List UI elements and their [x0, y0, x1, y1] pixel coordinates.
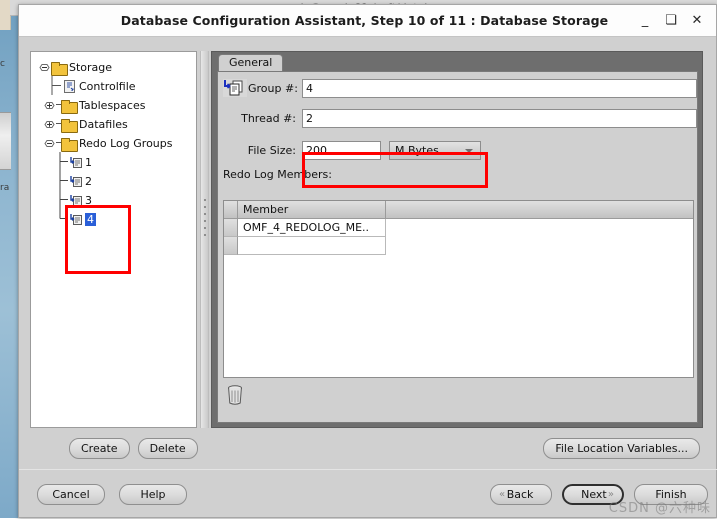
file-size-input[interactable]: 200 [302, 140, 381, 160]
next-button[interactable]: Next » [562, 484, 624, 505]
create-button[interactable]: Create [69, 438, 130, 459]
background-window-fragment-text: ra [0, 183, 10, 193]
tree-item-datafiles[interactable]: Datafiles [37, 115, 196, 134]
file-location-wrapper: File Location Variables... [543, 438, 700, 459]
panel-splitter[interactable] [200, 51, 209, 428]
tree-item-label: 1 [85, 156, 92, 169]
expand-plus-icon[interactable] [44, 119, 55, 130]
dbca-dialog: Database Configuration Assistant, Step 1… [18, 4, 717, 518]
tree-line [58, 208, 69, 231]
tree-item-redo-group-1[interactable]: 1 [37, 151, 196, 172]
file-size-unit-value: M Bytes [395, 143, 439, 157]
tab-strip: General [212, 52, 702, 71]
tab-general[interactable]: General [218, 54, 284, 71]
tree-item-controlfile[interactable]: Controlfile [37, 75, 196, 96]
member-toolbar [223, 384, 694, 418]
row-filler [386, 219, 693, 237]
close-button[interactable]: ✕ [684, 8, 710, 34]
table-column-member[interactable]: Member [238, 201, 386, 219]
tree-item-label: Controlfile [79, 80, 136, 93]
tree-item-label: Storage [69, 61, 113, 74]
dialog-body: Storage Controlfile Tablespaces Datafile… [19, 38, 717, 519]
trash-icon[interactable] [226, 385, 244, 409]
back-label: Back [506, 488, 534, 501]
dialog-title: Database Configuration Assistant, Step 1… [120, 13, 609, 28]
help-button[interactable]: Help [119, 484, 187, 505]
tree-item-label: 4 [85, 213, 96, 226]
row-header-cell[interactable] [224, 237, 238, 255]
expand-plus-icon[interactable] [44, 100, 55, 111]
tree-item-redo-group-2[interactable]: 2 [37, 170, 196, 191]
tree-item-label: Datafiles [79, 118, 128, 131]
maximize-button[interactable]: ❏ [658, 8, 684, 34]
storage-tree-panel[interactable]: Storage Controlfile Tablespaces Datafile… [30, 51, 197, 428]
redolog-icon [69, 156, 82, 169]
table-row[interactable]: OMF_4_REDOLOG_ME.. [224, 219, 693, 237]
redolog-icon [69, 175, 82, 188]
tree-item-label: 2 [85, 175, 92, 188]
table-header-row: Member [224, 201, 693, 219]
dialog-titlebar[interactable]: Database Configuration Assistant, Step 1… [19, 5, 716, 37]
thread-number-label: Thread #: [241, 111, 296, 125]
splitter-grip-icon [204, 199, 206, 236]
member-action-buttons: Create Delete [69, 438, 198, 459]
background-window-fragment-middle [0, 112, 11, 170]
folder-icon [51, 61, 68, 76]
tree-item-tablespaces[interactable]: Tablespaces [37, 96, 196, 115]
chevron-right-icon: » [607, 489, 614, 500]
folder-icon [61, 99, 78, 114]
document-icon [63, 80, 76, 93]
file-size-row: File Size: 200 M Bytes [218, 139, 697, 161]
row-header-cell[interactable] [224, 219, 238, 237]
minimize-button[interactable]: _ [632, 8, 658, 34]
redo-group-icon [222, 78, 248, 98]
chevron-left-icon: « [499, 489, 506, 500]
table-corner-cell [224, 201, 238, 219]
file-location-variables-button[interactable]: File Location Variables... [543, 438, 700, 459]
folder-icon [61, 118, 78, 133]
tree-item-redo-group-4[interactable]: 4 [37, 208, 196, 231]
back-button[interactable]: « Back [490, 484, 552, 505]
member-cell[interactable] [238, 237, 386, 255]
tree-item-redo-group-3[interactable]: 3 [37, 189, 196, 210]
finish-button[interactable]: Finish [634, 484, 708, 505]
group-number-input[interactable]: 4 [302, 78, 697, 98]
window-controls: _ ❏ ✕ [632, 8, 710, 34]
thread-number-input[interactable]: 2 [302, 108, 697, 128]
file-size-unit-select[interactable]: M Bytes [389, 140, 481, 160]
redo-log-members-label: Redo Log Members: [223, 168, 332, 181]
file-size-label: File Size: [247, 143, 296, 157]
collapse-minus-icon[interactable] [39, 62, 50, 73]
redolog-icon [69, 213, 82, 226]
group-number-row: Group #: 4 [218, 77, 697, 99]
tree-item-label: 3 [85, 194, 92, 207]
table-row[interactable] [224, 237, 693, 255]
thread-number-row: Thread #: 2 [218, 107, 697, 129]
table-header-filler [386, 201, 693, 219]
general-tab-pane: Group #: 4 Thread #: 2 File Size: 200 M … [217, 71, 698, 423]
tree-item-redo-log-groups[interactable]: Redo Log Groups [37, 134, 196, 153]
redolog-icon [69, 194, 82, 207]
background-window-fragment-letter: c [0, 59, 5, 69]
row-filler [386, 237, 693, 255]
member-cell[interactable]: OMF_4_REDOLOG_ME.. [238, 219, 386, 237]
collapse-minus-icon[interactable] [44, 138, 55, 149]
cancel-button[interactable]: Cancel [37, 484, 105, 505]
group-number-label: Group #: [248, 81, 298, 95]
delete-button[interactable]: Delete [137, 438, 198, 459]
footer-right-buttons: « Back Next » Finish [490, 484, 708, 505]
tree-item-label: Redo Log Groups [79, 137, 173, 150]
footer-separator [19, 469, 717, 470]
redo-log-members-table[interactable]: Member OMF_4_REDOLOG_ME.. [223, 200, 694, 378]
folder-icon [61, 137, 78, 152]
desktop-background: c ra oracle@oracle01:/soft/database – □ … [0, 0, 717, 518]
tree-item-label: Tablespaces [79, 99, 146, 112]
tree-item-storage[interactable]: Storage [37, 58, 196, 77]
footer-left-buttons: Cancel Help [37, 484, 187, 505]
storage-tree: Storage Controlfile Tablespaces Datafile… [31, 52, 196, 229]
next-label: Next [581, 488, 607, 501]
detail-area: General Group #: 4 Thread #: 2 File Size… [211, 51, 703, 428]
chevron-down-icon [465, 148, 473, 153]
